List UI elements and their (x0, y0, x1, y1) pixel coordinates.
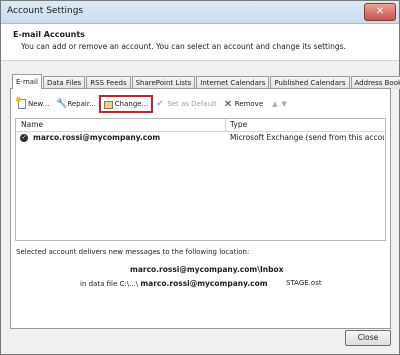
account-row[interactable]: ✓ marco.rossi@mycompany.com Microsoft Ex… (16, 132, 385, 144)
repair-button-label: Repair... (67, 100, 96, 108)
checkmark-icon: ✔ (156, 98, 164, 109)
default-account-check-icon: ✓ (20, 134, 28, 142)
column-header-type[interactable]: Type (230, 120, 247, 130)
change-settings-icon (103, 101, 113, 109)
window-close-button[interactable]: ✕ (364, 3, 396, 21)
close-button[interactable]: Close (345, 330, 391, 346)
account-name: marco.rossi@mycompany.com (33, 133, 161, 142)
wrench-icon: 🔧 (56, 98, 68, 109)
data-file-prefix: in data file C:\...\ (80, 280, 139, 288)
account-type: Microsoft Exchange (send from this accou… (230, 133, 384, 142)
remove-button-label: Remove (234, 100, 264, 108)
new-account-icon (16, 97, 26, 109)
set-as-default-button[interactable]: ✔ Set as Default (154, 97, 218, 111)
delivery-inbox-path: marco.rossi@mycompany.com\Inbox (130, 265, 284, 274)
tab-strip: E-mail Data Files RSS Feeds SharePoint L… (12, 74, 400, 89)
move-down-arrow-icon[interactable]: ▼ (282, 100, 287, 108)
change-button-label: Change... (114, 100, 149, 108)
accounts-list-header: Name Type (16, 119, 385, 132)
data-file-name: STAGE.ost (286, 279, 322, 287)
new-button[interactable]: New... (16, 97, 51, 111)
header-title: E-mail Accounts (13, 30, 85, 39)
data-file-line: in data file C:\...\ marco.rossi@mycompa… (80, 279, 268, 288)
remove-x-icon: ✕ (223, 98, 233, 110)
header-description: You can add or remove an account. You ca… (21, 42, 346, 51)
title-bar: Account Settings ✕ (1, 1, 399, 24)
repair-button[interactable]: 🔧 Repair... (54, 97, 97, 111)
data-file-account: marco.rossi@mycompany.com (140, 279, 268, 288)
set-as-default-label: Set as Default (167, 100, 217, 108)
tab-email[interactable]: E-mail (12, 74, 42, 89)
account-settings-window: Account Settings ✕ E-mail Accounts You c… (0, 0, 400, 355)
remove-button[interactable]: ✕ Remove (222, 97, 265, 111)
window-title: Account Settings (7, 6, 84, 16)
change-button[interactable]: Change... (98, 95, 154, 113)
column-divider[interactable] (225, 119, 226, 131)
email-tab-panel: New... 🔧 Repair... Change... ✔ Set as De… (10, 88, 391, 329)
move-up-arrow-icon[interactable]: ▲ (272, 100, 277, 108)
new-button-label: New... (28, 100, 50, 108)
header-panel: E-mail Accounts You can add or remove an… (1, 24, 399, 61)
accounts-toolbar: New... 🔧 Repair... Change... ✔ Set as De… (16, 95, 287, 113)
accounts-list[interactable]: Name Type ✓ marco.rossi@mycompany.com Mi… (15, 118, 386, 241)
column-header-name[interactable]: Name (21, 120, 43, 130)
delivery-description: Selected account delivers new messages t… (16, 248, 250, 256)
